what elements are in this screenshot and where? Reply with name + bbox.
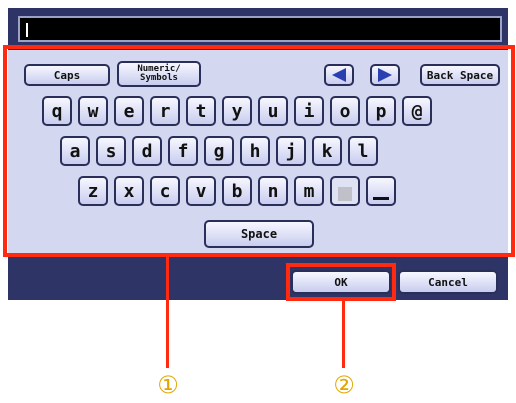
key-p[interactable]: p [366, 96, 396, 126]
dot-glyph [338, 187, 352, 201]
key-r[interactable]: r [150, 96, 180, 126]
key-a[interactable]: a [60, 136, 90, 166]
text-cursor [26, 23, 28, 37]
cursor-left-button[interactable] [324, 64, 354, 86]
key-underscore[interactable] [366, 176, 396, 206]
left-arrow-icon [332, 68, 346, 82]
ok-button[interactable]: OK [291, 270, 391, 294]
callout-line-two [342, 300, 345, 368]
underscore-glyph [373, 196, 389, 200]
callout-number-two: ② [333, 371, 355, 399]
key-s[interactable]: s [96, 136, 126, 166]
cursor-right-button[interactable] [370, 64, 400, 86]
key-o[interactable]: o [330, 96, 360, 126]
key-t[interactable]: t [186, 96, 216, 126]
key-at[interactable]: @ [402, 96, 432, 126]
key-l[interactable]: l [348, 136, 378, 166]
space-button[interactable]: Space [204, 220, 314, 248]
key-m[interactable]: m [294, 176, 324, 206]
key-j[interactable]: j [276, 136, 306, 166]
key-z[interactable]: z [78, 176, 108, 206]
key-h[interactable]: h [240, 136, 270, 166]
numeric-symbols-button[interactable]: Numeric/ Symbols [117, 61, 201, 87]
key-w[interactable]: w [78, 96, 108, 126]
key-k[interactable]: k [312, 136, 342, 166]
cancel-button[interactable]: Cancel [398, 270, 498, 294]
text-input[interactable] [18, 16, 502, 42]
key-v[interactable]: v [186, 176, 216, 206]
key-b[interactable]: b [222, 176, 252, 206]
key-u[interactable]: u [258, 96, 288, 126]
caps-button[interactable]: Caps [24, 64, 110, 86]
key-f[interactable]: f [168, 136, 198, 166]
key-d[interactable]: d [132, 136, 162, 166]
key-c[interactable]: c [150, 176, 180, 206]
key-dot[interactable] [330, 176, 360, 206]
right-arrow-icon [378, 68, 392, 82]
key-n[interactable]: n [258, 176, 288, 206]
key-y[interactable]: y [222, 96, 252, 126]
callout-number-one: ① [157, 371, 179, 399]
key-q[interactable]: q [42, 96, 72, 126]
callout-line-one [166, 256, 169, 368]
back-space-button[interactable]: Back Space [420, 64, 500, 86]
numeric-label-line2: Symbols [140, 73, 178, 83]
key-x[interactable]: x [114, 176, 144, 206]
key-i[interactable]: i [294, 96, 324, 126]
key-e[interactable]: e [114, 96, 144, 126]
key-g[interactable]: g [204, 136, 234, 166]
